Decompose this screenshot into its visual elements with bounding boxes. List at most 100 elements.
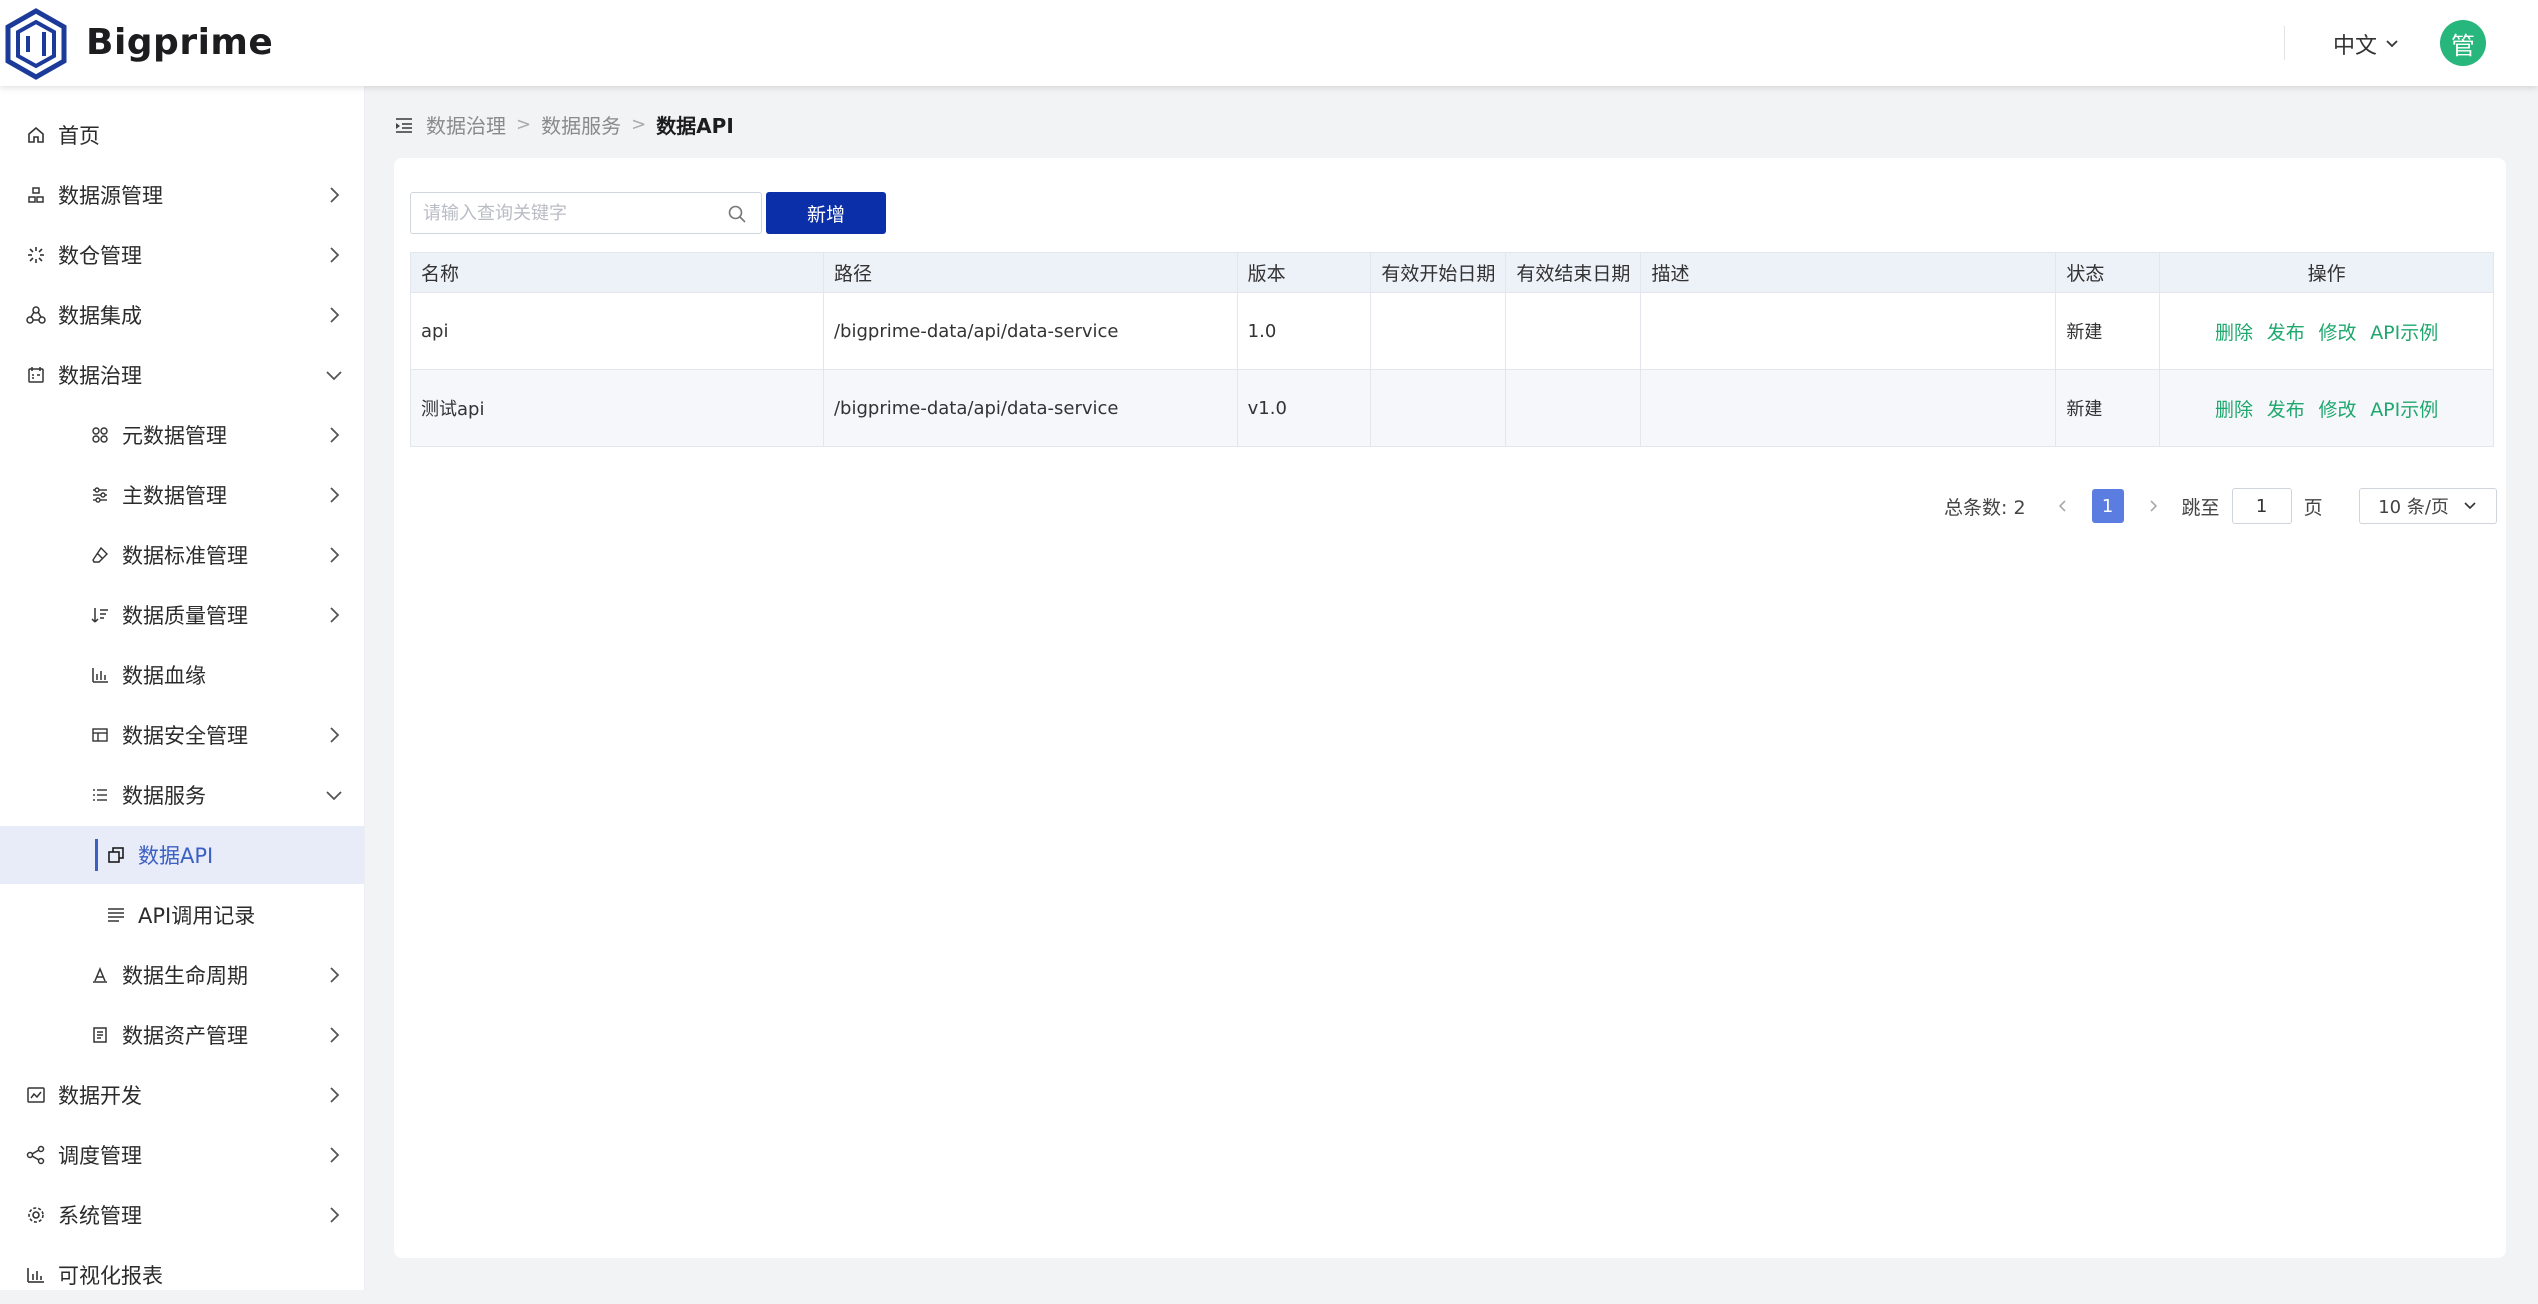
total-count: 总条数: 2 (1944, 493, 2026, 520)
sidebar-item-label: 数据资产管理 (122, 1024, 248, 1048)
jump-page-input[interactable] (2231, 488, 2292, 524)
sidebar-item-data-quality[interactable]: 数据质量管理 (0, 586, 364, 644)
sidebar-item-label: API调用记录 (138, 904, 256, 928)
sidebar-item-label: 数据开发 (58, 1084, 142, 1108)
delete-link[interactable]: 删除 (2215, 322, 2253, 344)
next-page-icon[interactable] (2140, 493, 2166, 519)
sidebar-item-governance[interactable]: 数据治理 (0, 346, 364, 404)
column-header-start-date: 有效开始日期 (1370, 252, 1507, 293)
cell-description (1640, 369, 2057, 447)
breadcrumb-item[interactable]: 数据服务 (541, 110, 621, 139)
sidebar-item-label: 首页 (58, 124, 100, 148)
total-label: 总条数: (1944, 496, 2008, 519)
sidebar-item-report[interactable]: 可视化报表 (0, 1246, 364, 1304)
publish-link[interactable]: 发布 (2267, 399, 2305, 421)
security-table-icon (88, 723, 112, 747)
sidebar-item-label: 数据质量管理 (122, 604, 248, 628)
chevron-right-icon (330, 1207, 340, 1223)
asset-icon (88, 1023, 112, 1047)
cell-start-date (1370, 369, 1507, 447)
chevron-right-icon (330, 1027, 340, 1043)
sidebar-item-data-standard[interactable]: 数据标准管理 (0, 526, 364, 584)
sidebar-item-home[interactable]: 首页 (0, 106, 364, 164)
sidebar-item-data-lifecycle[interactable]: 数据生命周期 (0, 946, 364, 1004)
chevron-down-icon (2464, 502, 2476, 510)
top-header: Bigprime 中文 管 (0, 0, 2538, 86)
language-label: 中文 (2333, 34, 2378, 59)
chevron-right-icon (330, 727, 340, 743)
publish-link[interactable]: 发布 (2267, 322, 2305, 344)
table-header-row: 名称 路径 版本 有效开始日期 有效结束日期 描述 状态 操作 (410, 252, 2494, 293)
home-icon (24, 123, 48, 147)
share-icon (24, 1143, 48, 1167)
user-avatar[interactable]: 管 (2440, 20, 2486, 66)
sidebar-item-api-call-log[interactable]: API调用记录 (0, 886, 364, 944)
edit-link[interactable]: 修改 (2318, 399, 2356, 421)
sidebar-item-master-data[interactable]: 主数据管理 (0, 466, 364, 524)
datasource-icon (24, 183, 48, 207)
chevron-right-icon (330, 1087, 340, 1103)
sidebar-item-label: 可视化报表 (58, 1264, 163, 1288)
sidebar-item-data-security[interactable]: 数据安全管理 (0, 706, 364, 764)
sidebar-item-label: 数据集成 (58, 304, 142, 328)
menu-fold-icon[interactable] (394, 115, 414, 135)
breadcrumb-item[interactable]: 数据治理 (426, 110, 506, 139)
breadcrumb-separator-icon: > (516, 114, 532, 135)
page-unit: 页 (2303, 496, 2323, 519)
sidebar-item-data-asset[interactable]: 数据资产管理 (0, 1006, 364, 1064)
table-row: api /bigprime-data/api/data-service 1.0 … (410, 292, 2494, 370)
chevron-right-icon (330, 967, 340, 983)
edit-link[interactable]: 修改 (2318, 322, 2356, 344)
governance-icon (24, 363, 48, 387)
sidebar-item-data-develop[interactable]: 数据开发 (0, 1066, 364, 1124)
bigprime-logo-icon[interactable] (4, 8, 68, 80)
cell-actions: 删除 发布 修改 API示例 (2159, 292, 2494, 370)
sidebar-item-label: 数据标准管理 (122, 544, 248, 568)
total-value: 2 (2013, 496, 2026, 519)
prev-page-icon[interactable] (2050, 493, 2076, 519)
page-size-select[interactable]: 10 条/页 (2358, 488, 2497, 524)
sidebar-item-label: 数据治理 (58, 364, 142, 388)
add-button[interactable]: 新增 (766, 192, 886, 234)
list-icon (88, 783, 112, 807)
search-input[interactable] (411, 193, 725, 233)
sidebar-item-data-api[interactable]: 数据API (0, 826, 364, 884)
report-icon (24, 1263, 48, 1287)
api-example-link[interactable]: API示例 (2370, 399, 2438, 421)
sidebar-item-label: 数据安全管理 (122, 724, 248, 748)
sidebar-item-scheduling[interactable]: 调度管理 (0, 1126, 364, 1184)
page-number-current[interactable]: 1 (2091, 489, 2124, 523)
sidebar-item-label: 元数据管理 (122, 424, 227, 448)
breadcrumb-current: 数据API (656, 114, 734, 138)
search-icon[interactable] (727, 204, 747, 224)
warehouse-icon (24, 243, 48, 267)
chevron-right-icon (330, 547, 340, 563)
cell-name: 测试api (410, 369, 824, 447)
develop-icon (24, 1083, 48, 1107)
cell-version: 1.0 (1236, 292, 1372, 370)
sidebar-item-label: 数据源管理 (58, 184, 163, 208)
sidebar-item-metadata[interactable]: 元数据管理 (0, 406, 364, 464)
sidebar-item-data-service[interactable]: 数据服务 (0, 766, 364, 824)
sidebar-item-system[interactable]: 系统管理 (0, 1186, 364, 1244)
language-switcher[interactable]: 中文 (2333, 28, 2399, 60)
chevron-down-icon (2386, 40, 2398, 48)
table-row: 测试api /bigprime-data/api/data-service v1… (410, 369, 2494, 447)
eraser-icon (88, 543, 112, 567)
cell-path: /bigprime-data/api/data-service (822, 292, 1238, 370)
column-header-version: 版本 (1236, 252, 1372, 293)
sidebar-item-datasource[interactable]: 数据源管理 (0, 166, 364, 224)
chevron-right-icon (330, 487, 340, 503)
column-header-status: 状态 (2055, 252, 2161, 293)
sidebar-item-integration[interactable]: 数据集成 (0, 286, 364, 344)
column-header-description: 描述 (1640, 252, 2057, 293)
delete-link[interactable]: 删除 (2215, 399, 2253, 421)
api-example-link[interactable]: API示例 (2370, 322, 2438, 344)
jump-label: 跳至 (2181, 496, 2220, 519)
header-divider (2284, 26, 2285, 60)
gear-icon (24, 1203, 48, 1227)
sidebar-item-data-lineage[interactable]: 数据血缘 (0, 646, 364, 704)
chevron-down-icon (326, 371, 342, 381)
lifecycle-icon (88, 963, 112, 987)
sidebar-item-warehouse[interactable]: 数仓管理 (0, 226, 364, 284)
